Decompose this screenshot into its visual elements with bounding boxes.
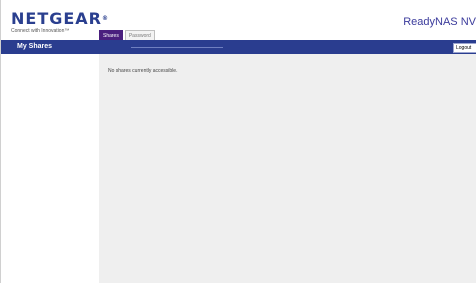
brand: NETGEAR® Connect with Innovation™ xyxy=(11,11,109,35)
logo-text: NETGEAR xyxy=(11,9,102,28)
main-content: No shares currently accessible. xyxy=(99,54,476,283)
navbar-divider xyxy=(131,47,223,48)
empty-state-message: No shares currently accessible. xyxy=(108,68,178,74)
product-name: ReadyNAS NV xyxy=(403,16,476,28)
app-frame: NETGEAR® Connect with Innovation™ ReadyN… xyxy=(0,0,476,283)
logo-tagline: Connect with Innovation™ xyxy=(11,28,70,34)
sidebar xyxy=(1,54,99,283)
logo-registered-mark: ® xyxy=(102,15,109,22)
navbar xyxy=(1,40,476,54)
netgear-logo: NETGEAR® xyxy=(11,11,109,27)
logout-button[interactable]: Logout xyxy=(453,43,476,53)
section-title: My Shares xyxy=(17,43,53,50)
